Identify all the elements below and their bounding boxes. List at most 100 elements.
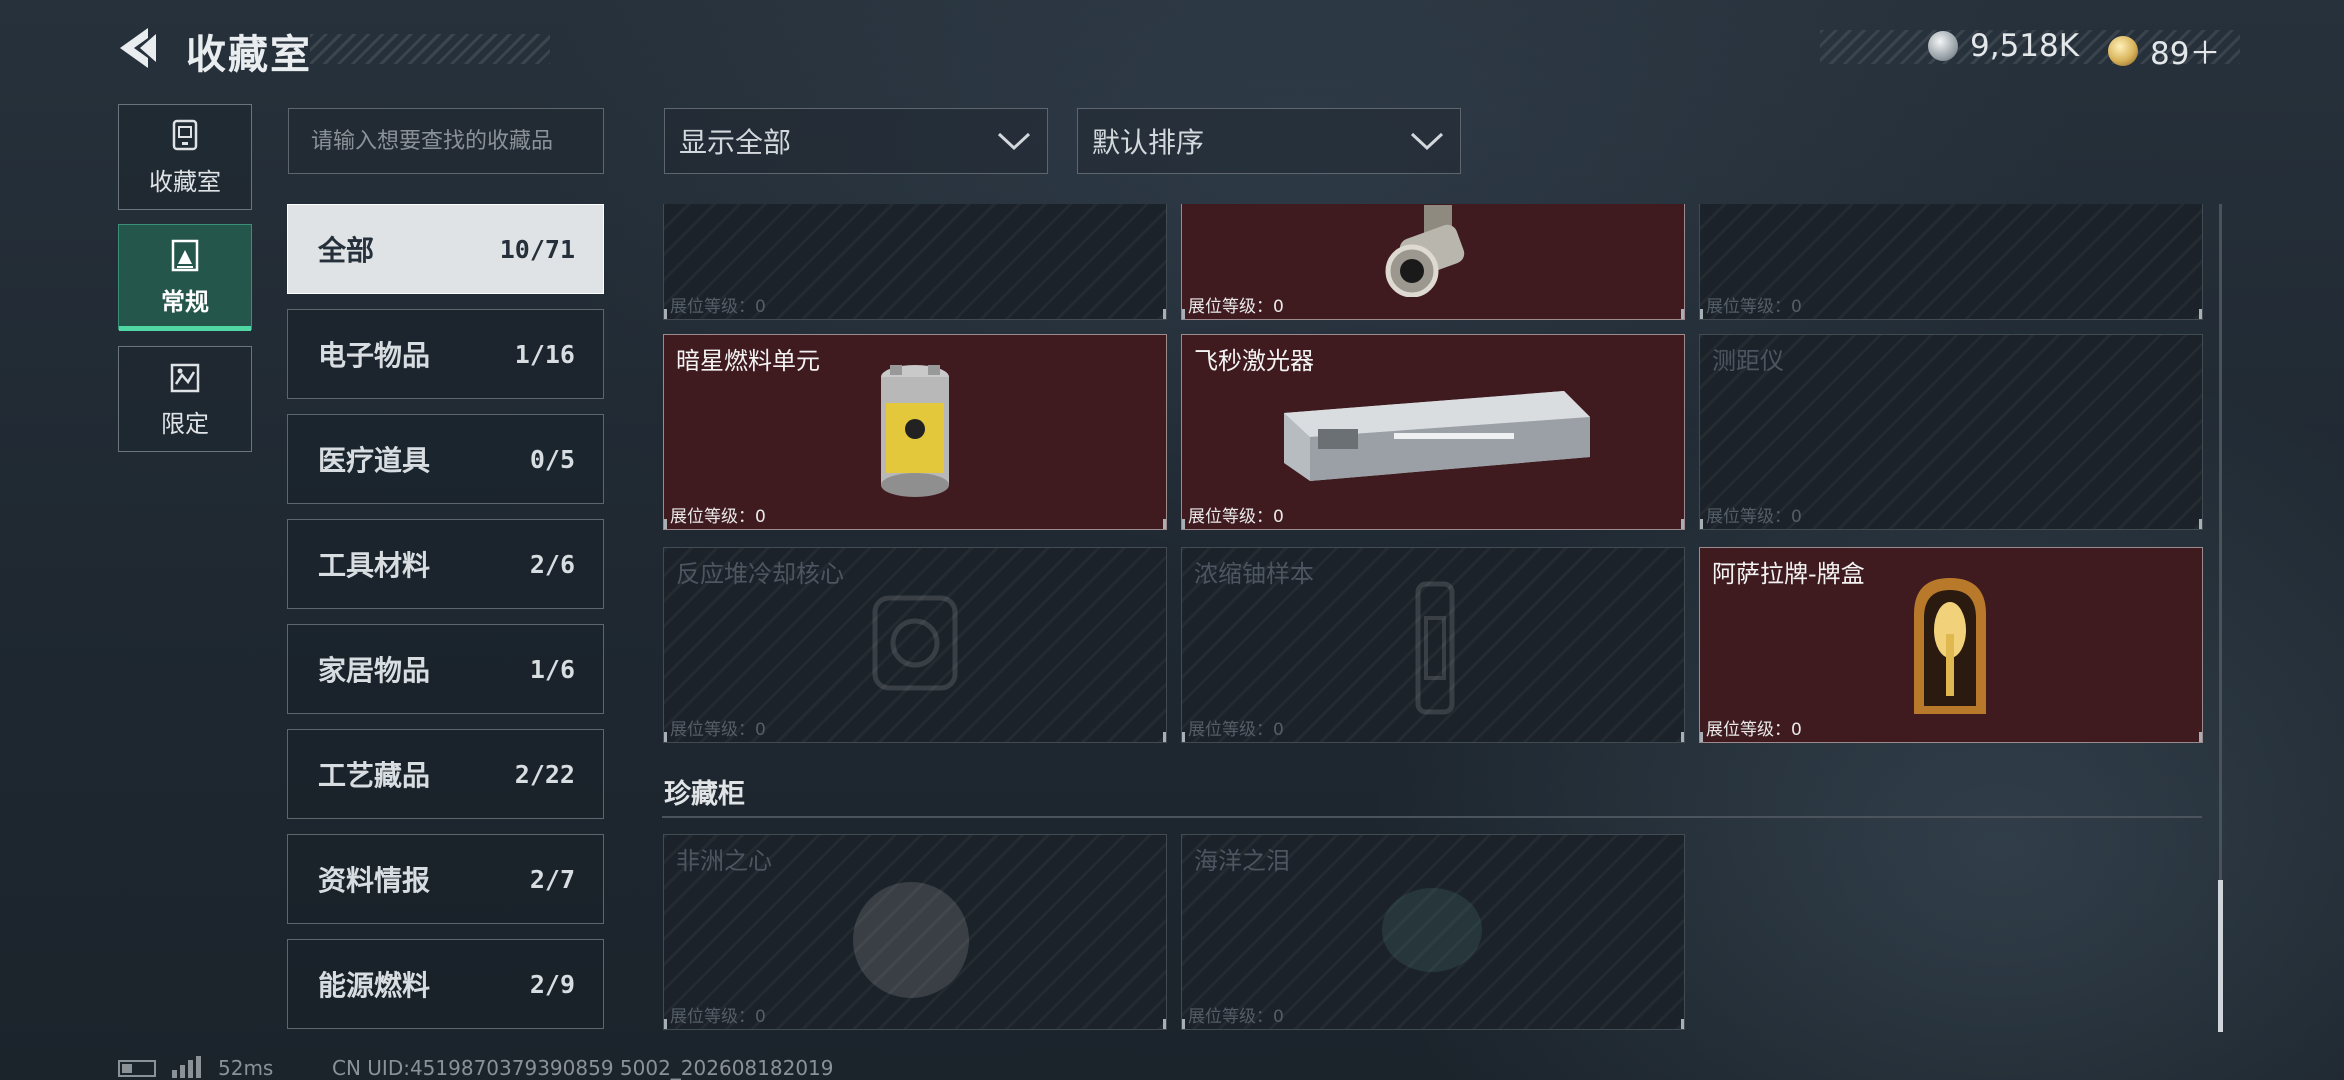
side-tab-label: 收藏室 <box>149 167 221 196</box>
vault-icon <box>172 119 198 150</box>
sort-dropdown-value: 默认排序 <box>1092 126 1205 159</box>
chevron-down-icon <box>1410 132 1444 151</box>
card-corner-mark <box>664 732 667 742</box>
category-count: 1/16 <box>514 339 575 369</box>
card-corner-mark <box>1182 1019 1185 1029</box>
booth-level: 展位等级：0 <box>1706 297 1802 317</box>
silver-currency-value: 9,518K <box>1970 28 2080 64</box>
card-corner-mark <box>1163 519 1166 529</box>
treasure-section-title: 珍藏柜 <box>664 779 745 810</box>
scrollbar-thumb[interactable] <box>2218 880 2223 1032</box>
category-name: 医疗道具 <box>318 444 431 477</box>
category-medical[interactable]: 医疗道具 0/5 <box>287 414 604 504</box>
collection-card[interactable]: 浓缩铀样本 展位等级：0 <box>1181 547 1685 743</box>
booth-level: 展位等级：0 <box>1188 297 1284 317</box>
card-corner-mark <box>1163 309 1166 319</box>
uid-text: CN UID:4519870379390859 5002_20260818201… <box>332 1056 834 1080</box>
card-corner-mark <box>2199 732 2202 742</box>
card-box-item-icon <box>1914 578 1986 714</box>
collection-card[interactable]: 暗星燃料单元 展位等级：0 <box>663 334 1167 530</box>
side-tab-limited[interactable]: 限定 <box>118 346 252 452</box>
reactor-core-silhouette-icon <box>872 595 958 691</box>
category-count: 2/9 <box>529 969 575 999</box>
collection-grid[interactable]: 展位等级：0 展位等级：0 展位等级：0 暗星燃料单元 展位等级：0 飞秒激光器 <box>662 204 2210 1034</box>
card-corner-mark <box>1163 732 1166 742</box>
collection-card[interactable]: 展位等级：0 <box>1181 204 1685 320</box>
booth-level: 展位等级：0 <box>670 720 766 740</box>
item-name: 非洲之心 <box>676 847 772 875</box>
category-electronics[interactable]: 电子物品 1/16 <box>287 309 604 399</box>
uranium-sample-silhouette-icon <box>1415 581 1455 715</box>
item-name: 测距仪 <box>1712 347 1784 375</box>
category-count: 10/71 <box>499 234 575 264</box>
category-count: 2/7 <box>529 864 575 894</box>
collection-card[interactable]: 阿萨拉牌-牌盒 展位等级：0 <box>1699 547 2203 743</box>
silver-currency: 9,518K <box>1928 28 2079 64</box>
card-corner-mark <box>1700 519 1703 529</box>
gold-currency-value: 89＋ <box>2150 36 2221 72</box>
booth-level: 展位等级：0 <box>1706 507 1802 527</box>
collection-card[interactable]: 测距仪 展位等级：0 <box>1699 334 2203 530</box>
section-divider <box>662 816 2202 818</box>
card-corner-mark <box>1182 309 1185 319</box>
item-name: 阿萨拉牌-牌盒 <box>1712 560 1865 588</box>
category-intel[interactable]: 资料情报 2/7 <box>287 834 604 924</box>
filter-dropdown[interactable]: 显示全部 <box>664 108 1048 174</box>
item-name: 浓缩铀样本 <box>1194 560 1314 588</box>
side-tab-label: 限定 <box>161 409 209 438</box>
category-fuel[interactable]: 能源燃料 2/9 <box>287 939 604 1029</box>
gold-token-icon <box>2108 35 2138 66</box>
side-tab-regular[interactable]: 常规 <box>118 224 252 331</box>
treasure-card[interactable]: 海洋之泪 展位等级：0 <box>1181 834 1685 1030</box>
category-count: 0/5 <box>529 444 575 474</box>
card-corner-mark <box>1681 519 1684 529</box>
page-title: 收藏室 <box>186 32 312 78</box>
card-corner-mark <box>1681 1019 1684 1029</box>
signal-icon <box>172 1056 201 1078</box>
card-corner-mark <box>2199 309 2202 319</box>
sort-dropdown[interactable]: 默认排序 <box>1077 108 1461 174</box>
diamond-silhouette-icon <box>853 882 969 998</box>
category-count: 2/22 <box>514 759 575 789</box>
booth-level: 展位等级：0 <box>1188 507 1284 527</box>
card-corner-mark <box>1700 732 1703 742</box>
collection-icon <box>171 239 199 271</box>
collection-card[interactable]: 展位等级：0 <box>663 204 1167 320</box>
booth-level: 展位等级：0 <box>670 507 766 527</box>
booth-level: 展位等级：0 <box>1188 1007 1284 1027</box>
back-arrow-icon[interactable] <box>118 26 158 70</box>
side-tab-vault[interactable]: 收藏室 <box>118 104 252 210</box>
item-name: 暗星燃料单元 <box>676 347 820 375</box>
gold-currency: 89＋ <box>2108 28 2220 73</box>
card-corner-mark <box>1681 732 1684 742</box>
battery-icon <box>118 1060 156 1077</box>
collection-card[interactable]: 展位等级：0 <box>1699 204 2203 320</box>
treasure-card[interactable]: 非洲之心 展位等级：0 <box>663 834 1167 1030</box>
card-corner-mark <box>664 309 667 319</box>
fuel-cell-item-icon <box>881 365 949 497</box>
category-count: 2/6 <box>529 549 575 579</box>
category-household[interactable]: 家居物品 1/6 <box>287 624 604 714</box>
card-corner-mark <box>1681 309 1684 319</box>
search-input[interactable] <box>288 108 604 174</box>
category-crafts[interactable]: 工艺藏品 2/22 <box>287 729 604 819</box>
booth-level: 展位等级：0 <box>670 297 766 317</box>
item-name: 海洋之泪 <box>1194 847 1290 875</box>
card-corner-mark <box>1182 732 1185 742</box>
laser-item-icon <box>1284 391 1590 481</box>
item-name: 飞秒激光器 <box>1194 347 1314 375</box>
collection-card[interactable]: 飞秒激光器 展位等级：0 <box>1181 334 1685 530</box>
category-all[interactable]: 全部 10/71 <box>287 204 604 294</box>
ping-text: 52ms <box>218 1056 274 1080</box>
card-corner-mark <box>2199 519 2202 529</box>
nozzle-item-icon <box>1385 205 1465 297</box>
collection-card[interactable]: 反应堆冷却核心 展位等级：0 <box>663 547 1167 743</box>
card-corner-mark <box>1700 309 1703 319</box>
category-name: 工艺藏品 <box>318 759 431 792</box>
item-name: 反应堆冷却核心 <box>676 560 844 588</box>
category-tools[interactable]: 工具材料 2/6 <box>287 519 604 609</box>
side-tab-label: 常规 <box>161 287 209 316</box>
title-decoration <box>310 34 550 64</box>
gem-silhouette-icon <box>1382 888 1482 972</box>
card-corner-mark <box>664 519 667 529</box>
